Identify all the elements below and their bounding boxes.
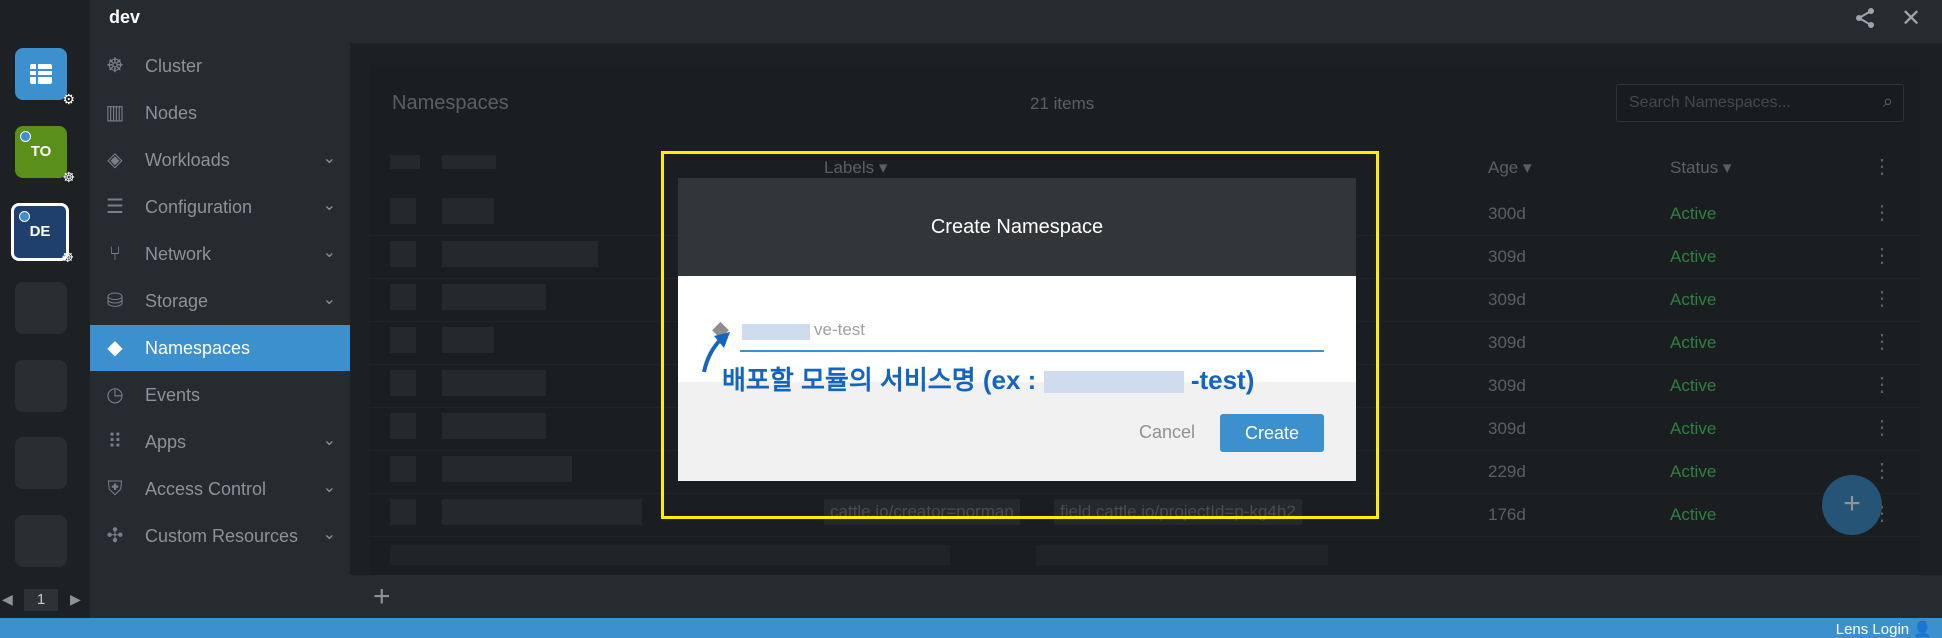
cluster-placeholder (15, 360, 67, 412)
chevron-down-icon: ⌄ (322, 244, 336, 261)
cubes-icon: ◈ (107, 149, 123, 171)
sidebar-item-storage[interactable]: ⛁ Storage ⌄ (90, 278, 350, 324)
annotation-highlight-box (661, 151, 1379, 519)
sidebar-item-label: Cluster (145, 56, 203, 76)
page-number: 1 (24, 589, 58, 611)
login-label: Lens Login (1835, 621, 1910, 638)
chevron-down-icon: ⌄ (322, 526, 336, 543)
sidebar-item-nodes[interactable]: ▥ Nodes (90, 90, 350, 136)
list-icon: ☰ (106, 196, 124, 218)
title-bar (90, 0, 1942, 43)
next-page-icon[interactable]: ▶ (70, 591, 81, 608)
sidebar-item-custom-resources[interactable]: ✣ Custom Resources ⌄ (90, 513, 350, 559)
sidebar-item-label: Events (145, 385, 201, 405)
sidebar-item-label: Workloads (145, 150, 230, 170)
share-icon[interactable] (1852, 6, 1878, 32)
clock-icon: ◷ (106, 384, 124, 406)
sidebar-item-label: Apps (145, 432, 187, 452)
chevron-down-icon: ⌄ (322, 150, 336, 167)
network-icon: ⑂ (109, 243, 121, 265)
cluster-rail: ⚙ TO ☸ DE ☸ (0, 0, 90, 618)
puzzle-icon: ✣ (106, 525, 124, 547)
window-title: dev (109, 7, 141, 27)
helm-icon: ☸ (106, 55, 124, 77)
sidebar-item-apps[interactable]: ⠿ Apps ⌄ (90, 419, 350, 465)
helm-icon: ☸ (62, 169, 75, 185)
helm-icon: ☸ (61, 249, 74, 265)
sidebar-item-label: Network (145, 244, 212, 264)
cluster-placeholder (15, 437, 67, 489)
cluster-label: DE (29, 223, 51, 240)
sidebar-item-access-control[interactable]: ⛨ Access Control ⌄ (90, 466, 350, 512)
sidebar: ☸ Cluster ▥ Nodes ◈ Workloads ⌄ ☰ Config… (90, 43, 350, 618)
prev-page-icon[interactable]: ◀ (2, 591, 13, 608)
chevron-down-icon: ⌄ (322, 197, 336, 214)
chevron-down-icon: ⌄ (322, 479, 336, 496)
user-icon: 👤 (1913, 621, 1932, 638)
cluster-pager: ◀ 1 ▶ (0, 587, 90, 615)
sidebar-item-label: Nodes (145, 103, 198, 123)
cluster-label: TO (30, 143, 52, 160)
gear-icon: ⚙ (62, 91, 75, 107)
shield-icon: ⛨ (107, 478, 123, 500)
sidebar-item-label: Namespaces (145, 338, 251, 358)
cluster-status-dot (20, 131, 31, 142)
sidebar-item-label: Configuration (145, 197, 253, 217)
list-icon (28, 61, 54, 92)
sidebar-item-workloads[interactable]: ◈ Workloads ⌄ (90, 137, 350, 183)
lens-login-button[interactable]: Lens Login 👤 (1836, 620, 1932, 638)
sidebar-item-network[interactable]: ⑂ Network ⌄ (90, 231, 350, 277)
sidebar-item-label: Storage (145, 291, 209, 311)
cluster-item-de[interactable]: DE ☸ (11, 203, 74, 265)
chevron-down-icon: ⌄ (322, 432, 336, 449)
sidebar-item-cluster[interactable]: ☸ Cluster (90, 43, 350, 89)
cluster-status-dot (19, 211, 30, 222)
status-bar: Lens Login 👤 (0, 618, 1942, 638)
cluster-item-workspace[interactable]: ⚙ (15, 48, 75, 107)
database-icon: ⛁ (106, 290, 124, 312)
chevron-down-icon: ⌄ (322, 291, 336, 308)
nodes-icon: ▥ (105, 102, 125, 124)
add-tab-icon[interactable]: + (373, 580, 391, 614)
cluster-item-to[interactable]: TO ☸ (15, 126, 75, 185)
layers-icon: ◆ (107, 337, 123, 359)
cluster-placeholder (15, 282, 67, 334)
close-icon[interactable]: ✕ (1898, 6, 1924, 32)
sidebar-item-events[interactable]: ◷ Events (90, 372, 350, 418)
sidebar-item-label: Access Control (145, 479, 267, 499)
cluster-placeholder (15, 515, 67, 567)
sidebar-item-configuration[interactable]: ☰ Configuration ⌄ (90, 184, 350, 230)
sidebar-item-label: Custom Resources (145, 526, 299, 546)
apps-grid-icon: ⠿ (107, 431, 123, 453)
bottom-toolbar (350, 575, 1942, 618)
sidebar-item-namespaces[interactable]: ◆ Namespaces (90, 325, 350, 371)
